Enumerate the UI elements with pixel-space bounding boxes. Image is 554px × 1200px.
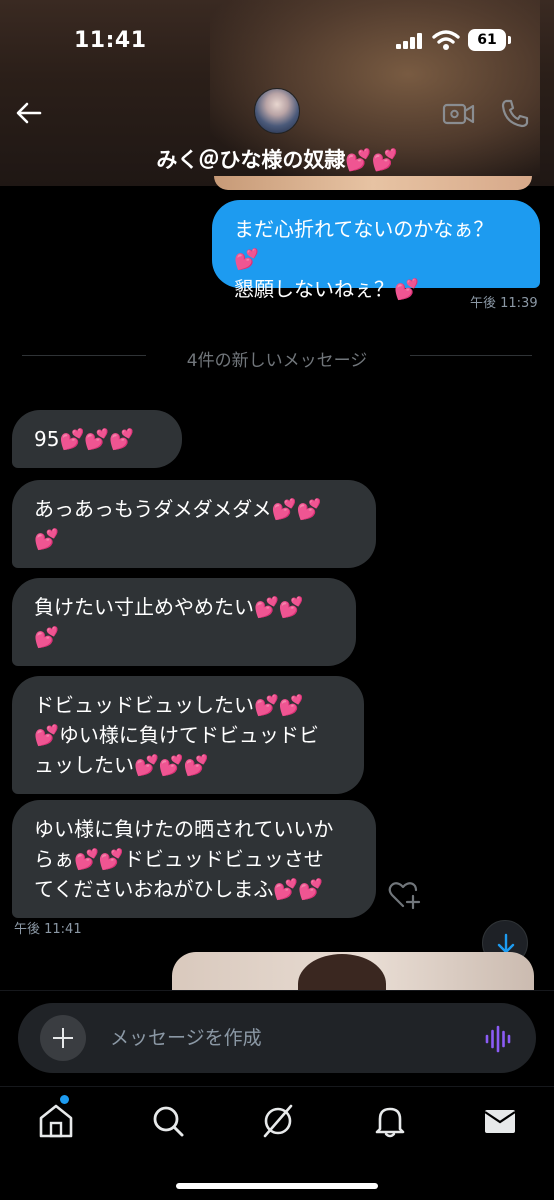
message-line: てくださいおねがひしまふ💕💕: [34, 877, 324, 901]
grok-icon[interactable]: [258, 1101, 298, 1141]
message-line: ュッしたい💕💕💕: [34, 753, 209, 777]
message-input[interactable]: [110, 1023, 450, 1053]
video-call-icon[interactable]: [442, 100, 476, 128]
message-line: 💕: [34, 527, 59, 551]
home-icon[interactable]: [36, 1101, 76, 1141]
message-bubble-received[interactable]: ゆい様に負けたの晒されていいか らぁ💕💕ドビュッドビュッさせ てくださいおねがひ…: [12, 800, 376, 918]
wifi-icon: [432, 30, 460, 50]
home-indicator: [176, 1183, 378, 1189]
bottom-navigation: [0, 1086, 554, 1200]
signal-icon: [396, 33, 424, 49]
message-bubble-sent[interactable]: まだ心折れてないのかなぁ？💕 懇願しないねぇ？💕: [212, 200, 540, 301]
message-bubble-received[interactable]: 95💕💕💕: [12, 410, 182, 468]
message-line: まだ心折れてないのかなぁ？💕: [234, 217, 494, 271]
message-line: ドビュッドビュッしたい💕💕: [34, 693, 304, 717]
contact-avatar[interactable]: [254, 88, 300, 134]
composer-area: [0, 990, 554, 1086]
status-time: 11:41: [74, 28, 147, 53]
message-line: 💕ゆい様に負けてドビュッドビ: [34, 723, 319, 747]
message-timestamp: 午後 11:39: [470, 296, 538, 311]
phone-call-icon[interactable]: [500, 98, 530, 128]
message-line: 95💕💕💕: [34, 427, 135, 451]
message-list[interactable]: まだ心折れてないのかなぁ？💕 懇願しないねぇ？💕 午後 11:39 4件の新しい…: [0, 186, 554, 992]
mail-icon[interactable]: [480, 1101, 520, 1141]
photo-bottom-edge: [214, 176, 532, 190]
message-bubble-received[interactable]: 負けたい寸止めやめたい💕💕 💕: [12, 578, 356, 666]
bell-icon[interactable]: [370, 1101, 410, 1141]
contact-name[interactable]: みく＠ひな様の奴隷💕💕: [0, 144, 554, 174]
message-line: らぁ💕💕ドビュッドビュッさせ: [34, 847, 324, 871]
battery-icon: 61: [468, 29, 506, 51]
image-attachment[interactable]: [172, 952, 534, 992]
message-composer: [18, 1003, 536, 1073]
message-timestamp: 午後 11:41: [14, 922, 82, 937]
message-line: あっあっもうダメダメダメ💕💕: [34, 497, 322, 521]
add-media-button[interactable]: [40, 1015, 86, 1061]
new-messages-label: 4件の新しいメッセージ: [186, 351, 368, 371]
home-notification-dot: [60, 1095, 69, 1104]
status-bar: 11:41 61: [0, 0, 554, 88]
battery-level: 61: [477, 32, 497, 48]
search-icon[interactable]: [148, 1101, 188, 1141]
message-line: ゆい様に負けたの晒されていいか: [34, 817, 334, 841]
new-messages-divider: 4件の新しいメッセージ: [22, 346, 532, 371]
message-bubble-received[interactable]: あっあっもうダメダメダメ💕💕 💕: [12, 480, 376, 568]
heart-plus-icon[interactable]: [388, 880, 422, 910]
message-line: 💕: [34, 625, 59, 649]
back-arrow-icon[interactable]: [14, 98, 44, 128]
voice-message-icon[interactable]: [484, 1025, 512, 1053]
image-attachment-content: [298, 954, 386, 992]
message-line: 負けたい寸止めやめたい💕💕: [34, 595, 304, 619]
battery-tip: [508, 36, 511, 44]
message-bubble-received[interactable]: ドビュッドビュッしたい💕💕 💕ゆい様に負けてドビュッドビ ュッしたい💕💕💕: [12, 676, 364, 794]
